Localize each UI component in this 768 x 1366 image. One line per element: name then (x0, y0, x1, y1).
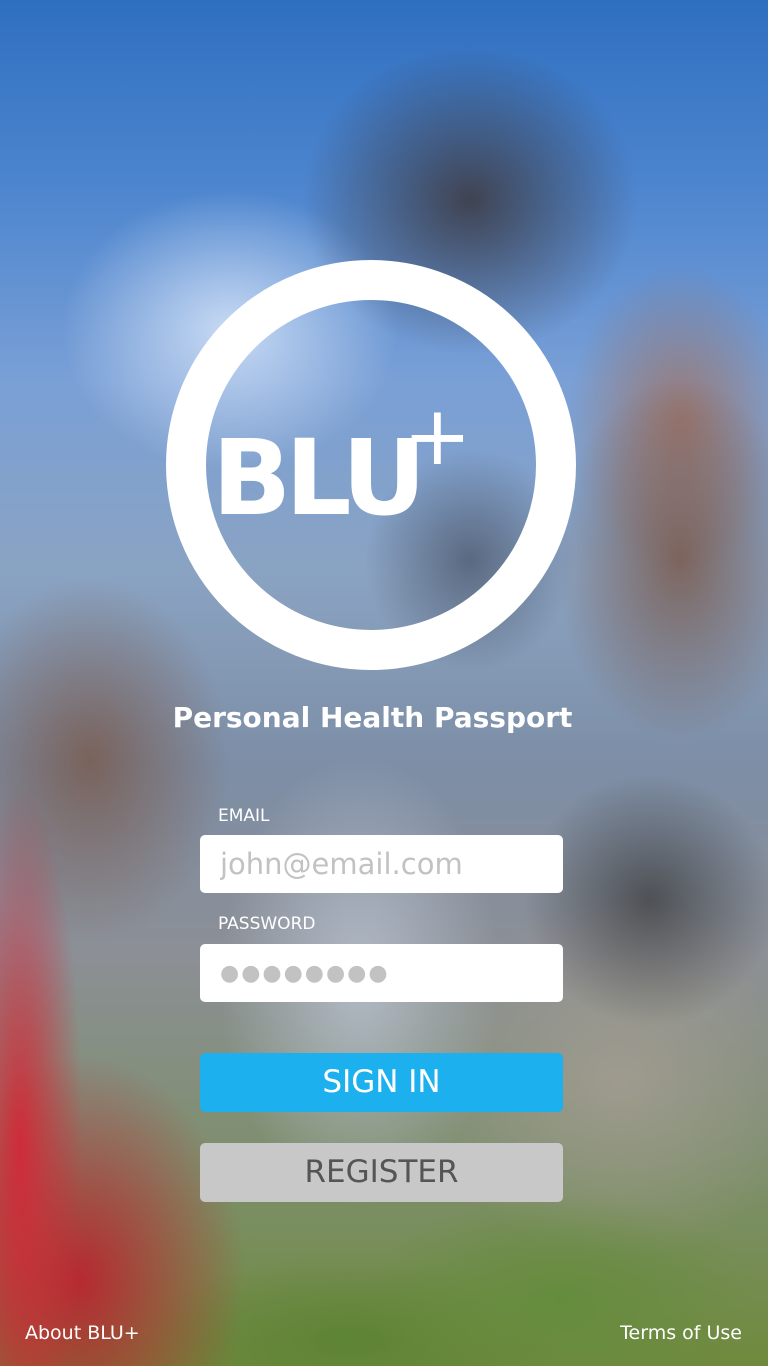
logo-text: BLU (212, 417, 426, 539)
logo-plus: + (403, 389, 472, 484)
email-field[interactable] (200, 835, 563, 893)
about-link[interactable]: About BLU+ (25, 1320, 140, 1346)
sign-in-button[interactable]: SIGN IN (200, 1053, 563, 1112)
terms-of-use-link[interactable]: Terms of Use (620, 1320, 742, 1346)
password-label: PASSWORD (218, 914, 316, 934)
password-field[interactable] (200, 944, 563, 1002)
app-tagline: Personal Health Passport (172, 701, 573, 734)
email-label: EMAIL (218, 806, 270, 826)
register-button[interactable]: REGISTER (200, 1143, 563, 1202)
